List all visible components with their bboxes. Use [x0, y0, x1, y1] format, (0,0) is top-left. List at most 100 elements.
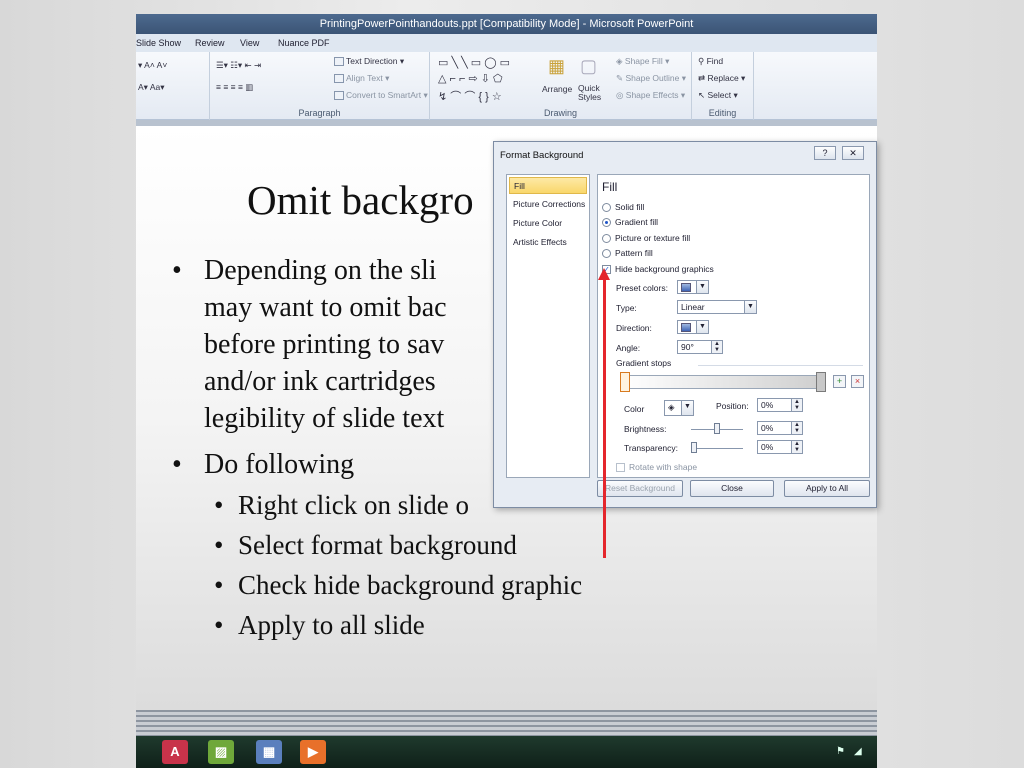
sub-bullet-2: • Select format background	[214, 530, 517, 560]
shapes-gallery-row2[interactable]: △ ⌐ ⌐ ⇨ ⇩ ⬠	[438, 72, 503, 85]
gradient-stop-left[interactable]	[620, 372, 630, 392]
media-player-icon[interactable]: ▶	[300, 740, 326, 764]
angle-label: Angle:	[616, 343, 641, 353]
bullet-dot: •	[172, 255, 182, 286]
find-button[interactable]: ⚲ Find	[698, 56, 723, 67]
annotation-arrow-head	[598, 268, 610, 280]
dialog-nav: Fill Picture Corrections Picture Color A…	[506, 174, 590, 478]
gradient-fill-radio[interactable]: Gradient fill	[602, 217, 658, 228]
shapes-gallery-row3[interactable]: ↯ ⌒ ⌒ { } ☆	[438, 88, 502, 104]
slide-title: Omit backgro	[247, 177, 474, 223]
transparency-slider[interactable]	[691, 448, 743, 449]
editing-group: ⚲ Find ⇄ Replace ▾ ↖ Select ▾ Editing	[692, 52, 754, 120]
arrange-button[interactable]: Arrange	[542, 84, 572, 94]
replace-button[interactable]: ⇄ Replace ▾	[698, 73, 745, 84]
tab-view[interactable]: View	[240, 38, 259, 48]
brightness-knob[interactable]	[714, 423, 720, 434]
brightness-spinner[interactable]: 0% ▲ ▼	[757, 421, 803, 435]
remove-stop-icon[interactable]: ×	[851, 375, 864, 388]
quick-styles-button[interactable]: Quick Styles	[578, 84, 604, 102]
network-icon[interactable]: ⚑	[836, 746, 845, 757]
separator	[698, 365, 863, 366]
fill-header: Fill	[602, 180, 618, 194]
direction-label: Direction:	[616, 323, 652, 333]
position-spinner[interactable]: 0% ▲ ▼	[757, 398, 803, 412]
nav-artistic-effects[interactable]: Artistic Effects	[509, 234, 587, 251]
drawing-group: ▭ ╲ ╲ ▭ ◯ ▭ △ ⌐ ⌐ ⇨ ⇩ ⬠ ↯ ⌒ ⌒ { } ☆ ▦ Ar…	[430, 52, 692, 120]
bullet-dot: •	[172, 449, 182, 480]
color-dropdown[interactable]: ◈ ▼	[664, 400, 694, 416]
paint-bucket-icon: ◈	[668, 402, 675, 412]
editing-label: Editing	[708, 108, 737, 118]
direction-dropdown[interactable]: ▼	[677, 320, 709, 334]
align-icons[interactable]: ≡ ≡ ≡ ≡ ▥	[216, 82, 253, 93]
gradient-swatch-icon	[681, 283, 691, 293]
font-size-icon[interactable]: ▾ A˄ A˅	[138, 60, 167, 71]
select-button[interactable]: ↖ Select ▾	[698, 90, 738, 101]
preset-colors-dropdown[interactable]: ▼	[677, 280, 709, 294]
gradient-stop-right[interactable]	[816, 372, 826, 392]
close-x-button[interactable]: ✕	[842, 146, 864, 160]
nav-fill[interactable]: Fill	[509, 177, 587, 194]
publisher-app-icon[interactable]: ▨	[208, 740, 234, 764]
brightness-label: Brightness:	[624, 424, 667, 434]
sub-bullet-4: • Apply to all slide	[214, 610, 425, 640]
bullet-1-line-1: Depending on the sli	[204, 255, 437, 286]
add-stop-icon[interactable]: +	[833, 375, 846, 388]
transparency-knob[interactable]	[691, 442, 697, 453]
volume-icon[interactable]: ◢	[854, 746, 862, 757]
tab-slide-show[interactable]: Slide Show	[136, 38, 181, 48]
close-button[interactable]: Close	[690, 480, 774, 497]
bullet-dot: •	[214, 570, 224, 600]
hide-background-checkbox[interactable]: ✓ Hide background graphics	[602, 264, 714, 275]
angle-spinner[interactable]: 90° ▲ ▼	[677, 340, 723, 354]
taskbar: A ▨ ▦ ▶ ⚑ ◢	[136, 736, 877, 768]
bullet-2-line-1: Do following	[204, 449, 355, 480]
ribbon: ▾ A˄ A˅ A▾ Aa▾ ☰▾ ☷▾ ⇤ ⇥ ≡ ≡ ≡ ≡ ▥ Text …	[136, 52, 877, 120]
type-dropdown[interactable]: Linear ▼	[677, 300, 757, 314]
transparency-spinner[interactable]: 0% ▲ ▼	[757, 440, 803, 454]
gradient-stops-bar[interactable]	[622, 375, 822, 389]
apply-to-all-button[interactable]: Apply to All	[784, 480, 870, 497]
font-color-icon[interactable]: A▾ Aa▾	[138, 82, 165, 93]
tab-nuance-pdf[interactable]: Nuance PDF	[278, 38, 330, 48]
bullet-1-line-5: legibility of slide text	[204, 403, 445, 434]
sub-bullet-1: • Right click on slide o	[214, 490, 469, 520]
nav-picture-color[interactable]: Picture Color	[509, 215, 587, 232]
visio-app-icon[interactable]: ▦	[256, 740, 282, 764]
shape-outline-button[interactable]: ✎ Shape Outline ▾	[616, 73, 686, 84]
convert-smartart-button[interactable]: Convert to SmartArt ▾	[334, 90, 428, 101]
arrange-icon[interactable]: ▦	[548, 56, 565, 77]
align-text-icon	[334, 74, 344, 84]
quick-styles-icon[interactable]: ▢	[580, 56, 597, 77]
paragraph-label: Paragraph	[298, 108, 341, 118]
text-direction-button[interactable]: Text Direction ▾	[334, 56, 404, 67]
preset-colors-label: Preset colors:	[616, 283, 668, 293]
bullet-dot: •	[214, 530, 224, 560]
screen: PrintingPowerPointhandouts.ppt [Compatib…	[0, 0, 1024, 768]
fill-pane: Fill Solid fill Gradient fill Picture or…	[597, 174, 870, 478]
tab-review[interactable]: Review	[195, 38, 225, 48]
binoculars-icon: ⚲	[698, 56, 707, 66]
rotate-with-shape-checkbox[interactable]: Rotate with shape	[616, 462, 697, 473]
nav-picture-corrections[interactable]: Picture Corrections	[509, 196, 587, 213]
access-app-icon[interactable]: A	[162, 740, 188, 764]
gradient-stops-label: Gradient stops	[616, 358, 672, 368]
sub-bullet-3: • Check hide background graphic	[214, 570, 583, 600]
help-button[interactable]: ?	[814, 146, 836, 160]
shape-fill-button[interactable]: ◈ Shape Fill ▾	[616, 56, 669, 67]
align-text-button[interactable]: Align Text ▾	[334, 73, 389, 84]
shape-effects-button[interactable]: ◎ Shape Effects ▾	[616, 90, 685, 101]
drawing-label: Drawing	[543, 108, 577, 118]
font-group: ▾ A˄ A˅ A▾ Aa▾	[136, 52, 210, 120]
shapes-gallery[interactable]: ▭ ╲ ╲ ▭ ◯ ▭	[438, 56, 510, 69]
reset-background-button[interactable]: Reset Background	[597, 480, 683, 497]
solid-fill-radio[interactable]: Solid fill	[602, 202, 644, 213]
type-label: Type:	[616, 303, 637, 313]
bullet-1-line-4: and/or ink cartridges	[204, 366, 436, 397]
pattern-fill-radio[interactable]: Pattern fill	[602, 248, 653, 259]
bullets-icon[interactable]: ☰▾ ☷▾ ⇤ ⇥	[216, 60, 261, 71]
picture-texture-fill-radio[interactable]: Picture or texture fill	[602, 233, 690, 244]
paint-bucket-icon: ◈	[616, 56, 625, 66]
format-background-dialog: Format Background ? ✕ Fill Picture Corre…	[493, 141, 877, 508]
